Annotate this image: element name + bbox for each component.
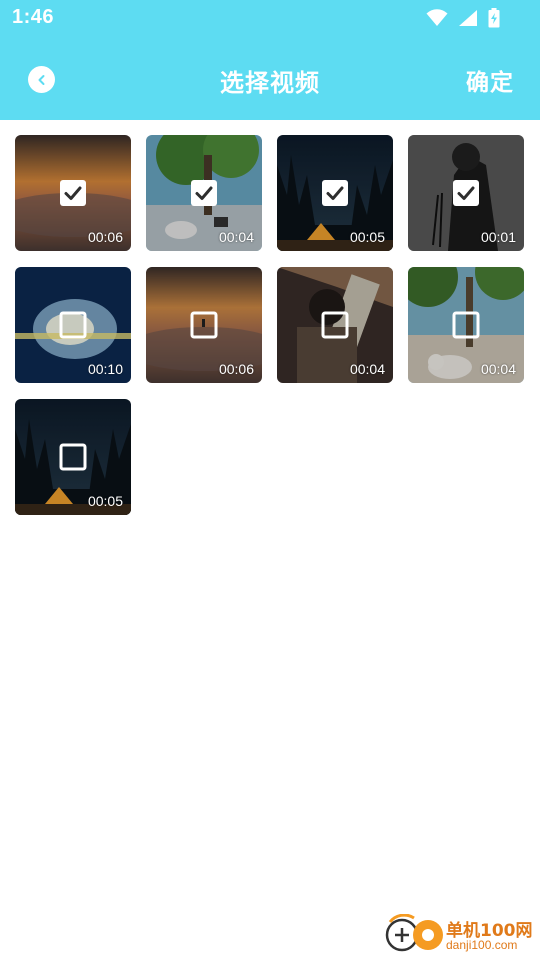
video-tile[interactable]: 00:05	[277, 135, 393, 251]
signal-icon	[459, 10, 477, 26]
video-tile[interactable]: 00:04	[408, 267, 524, 383]
top-bar: 1:46 选择视频 确定	[0, 0, 540, 120]
checkbox-checked-icon[interactable]	[452, 179, 480, 207]
checkbox-checked-icon[interactable]	[59, 179, 87, 207]
status-icons	[426, 7, 500, 29]
video-tile[interactable]: 00:05	[15, 399, 131, 515]
checkbox-unchecked-icon[interactable]	[59, 311, 87, 339]
checkbox-checked-icon[interactable]	[321, 179, 349, 207]
video-duration: 00:04	[349, 361, 385, 377]
checkbox-unchecked-icon[interactable]	[190, 311, 218, 339]
checkbox-unchecked-icon[interactable]	[452, 311, 480, 339]
watermark-url: danji100.com	[446, 938, 518, 952]
video-duration: 00:06	[218, 361, 254, 377]
video-tile[interactable]: 00:01	[408, 135, 524, 251]
battery-charging-icon	[488, 8, 500, 28]
video-duration: 00:01	[480, 229, 516, 245]
video-duration: 00:05	[87, 493, 123, 509]
video-duration: 00:06	[87, 229, 123, 245]
video-duration: 00:04	[480, 361, 516, 377]
checkbox-unchecked-icon[interactable]	[321, 311, 349, 339]
video-tile[interactable]: 00:06	[15, 135, 131, 251]
video-duration: 00:10	[87, 361, 123, 377]
watermark: 单机100网 danji100.com	[384, 910, 534, 960]
video-duration: 00:04	[218, 229, 254, 245]
video-tile[interactable]: 00:06	[146, 267, 262, 383]
status-bar: 1:46	[0, 0, 540, 38]
video-tile[interactable]: 00:04	[277, 267, 393, 383]
video-duration: 00:05	[349, 229, 385, 245]
checkbox-checked-icon[interactable]	[190, 179, 218, 207]
video-tile[interactable]: 00:04	[146, 135, 262, 251]
confirm-button[interactable]: 确定	[466, 63, 514, 97]
status-time: 1:46	[12, 6, 55, 28]
wifi-icon	[426, 9, 448, 26]
checkbox-unchecked-icon[interactable]	[59, 443, 87, 471]
page-title: 选择视频	[220, 70, 320, 97]
video-picker-screen: 1:46 选择视频 确定 00:06 00:04 00:05 00:01 00:…	[0, 0, 540, 960]
video-tile[interactable]: 00:10	[15, 267, 131, 383]
watermark-logo-icon	[385, 914, 443, 952]
app-header: 选择视频 确定	[0, 38, 540, 120]
